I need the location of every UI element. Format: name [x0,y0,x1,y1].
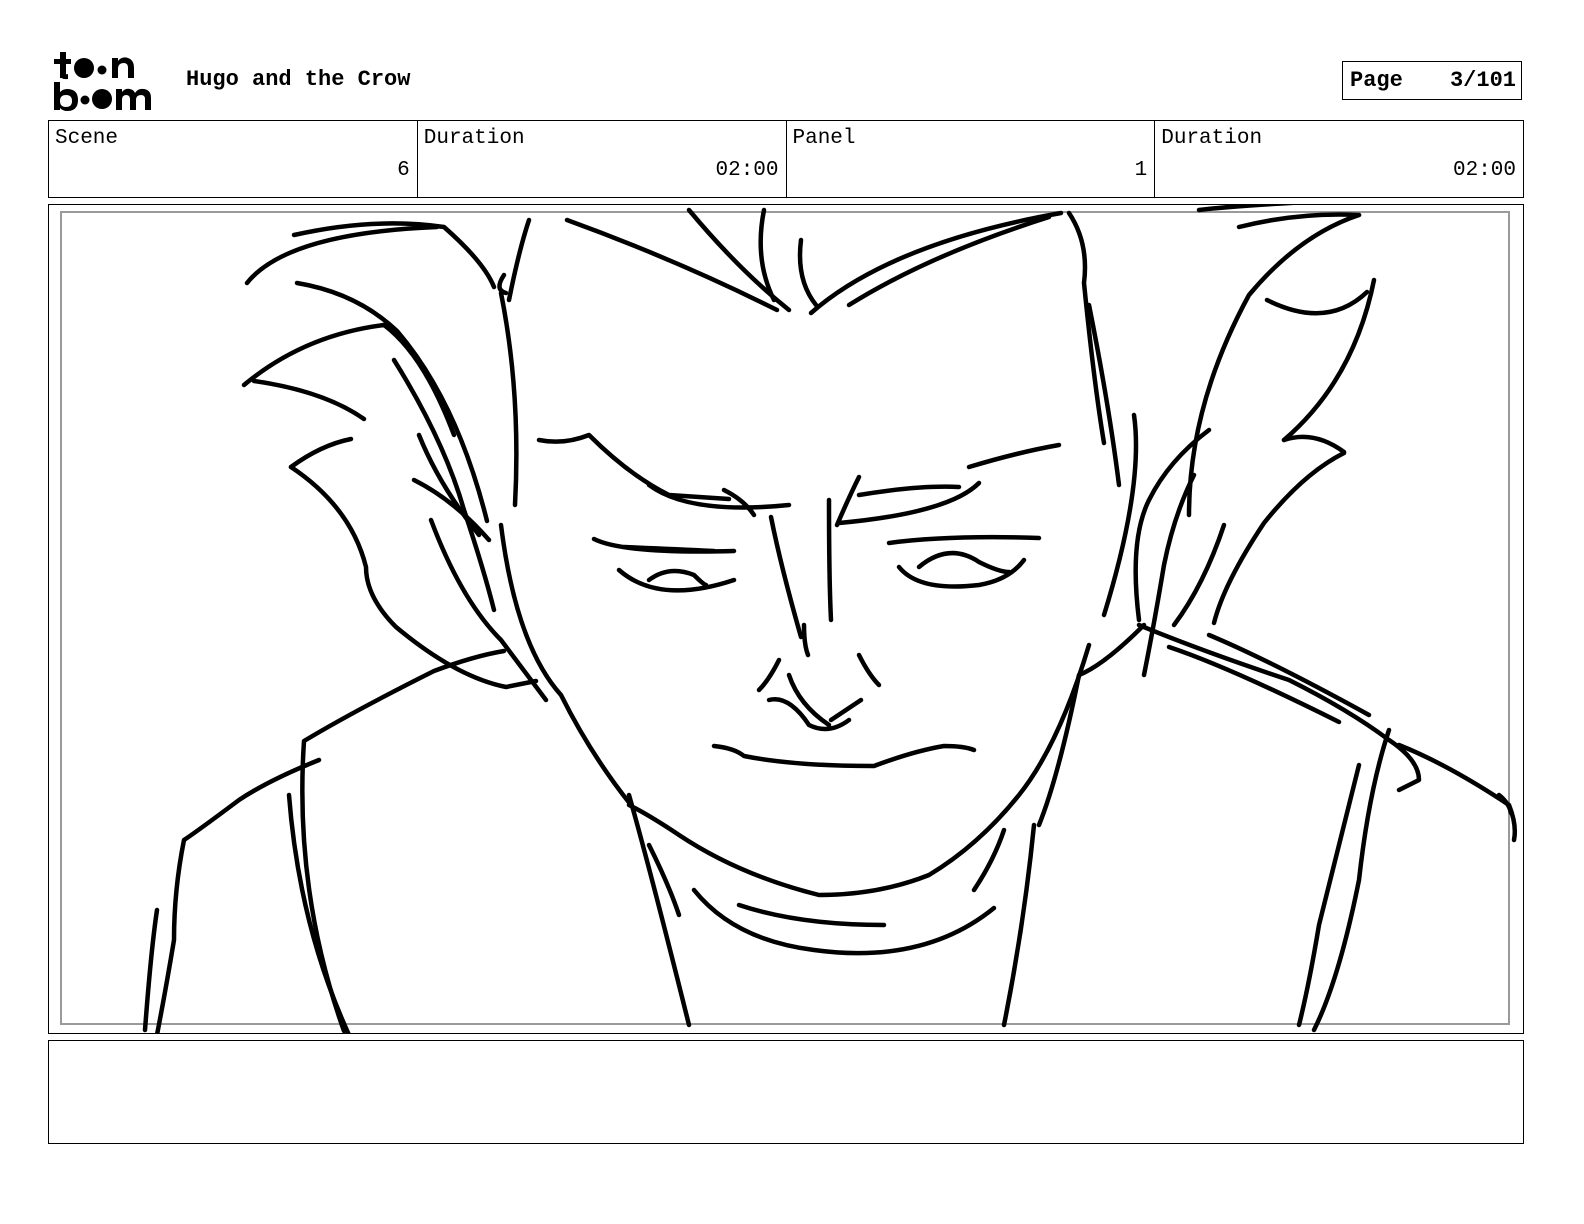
panel-value: 1 [1134,159,1148,182]
panel-duration-value: 02:00 [1452,159,1516,182]
panel-label: Panel [792,127,856,150]
scene-label: Scene [55,127,119,150]
page-number: 3/101 [1449,68,1516,93]
scene-info-table: Scene 6 Duration 02:00 Panel 1 Duration … [48,120,1524,198]
page-label: Page [1350,68,1403,93]
scene-duration-cell: Duration 02:00 [416,121,786,197]
panel-sketch-drawing [142,205,1518,1033]
storyboard-panel [48,204,1524,1034]
panel-duration-cell: Duration 02:00 [1154,121,1523,197]
scene-duration-value: 02:00 [715,159,779,182]
panel-duration-label: Duration [1161,127,1263,150]
page-indicator: Page 3/101 [1342,61,1522,100]
scene-cell: Scene 6 [49,121,417,197]
toonboom-logo [52,50,164,112]
panel-cell: Panel 1 [785,121,1155,197]
scene-duration-label: Duration [423,127,525,150]
panel-notes-area[interactable] [48,1040,1524,1144]
project-title: Hugo and the Crow [186,67,411,92]
scene-value: 6 [397,159,410,182]
